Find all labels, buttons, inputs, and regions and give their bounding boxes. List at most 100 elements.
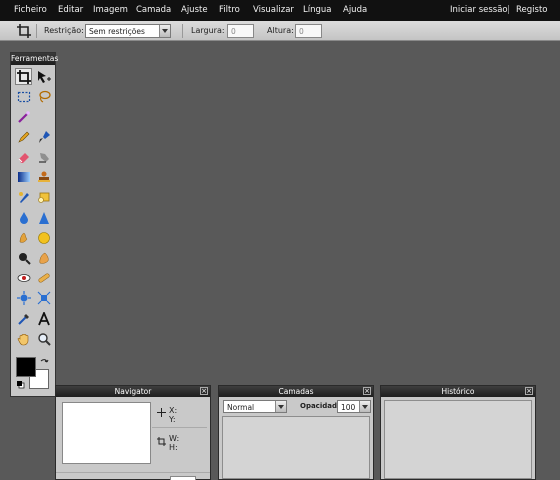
chevron-down-icon	[159, 25, 170, 37]
layers-title: Camadas ×	[219, 386, 373, 397]
menu-visualizar[interactable]: Visualizar	[253, 5, 294, 15]
bandage-icon	[37, 272, 50, 283]
hand-icon	[17, 333, 28, 345]
burn-tool[interactable]	[35, 249, 52, 266]
navigator-title-text: Navigator	[114, 387, 152, 396]
foreground-color-swatch[interactable]	[16, 357, 36, 377]
blend-mode-select[interactable]: Normal	[223, 400, 287, 413]
menu-lingua[interactable]: Língua	[303, 5, 331, 15]
red-eye-tool[interactable]	[15, 269, 32, 286]
move-arrow-icon	[37, 70, 51, 83]
height-input[interactable]: 0	[295, 24, 322, 38]
width-label: Largura:	[191, 26, 225, 35]
blur-tool[interactable]	[15, 209, 32, 226]
h-label: H:	[169, 443, 178, 452]
y-label: Y:	[169, 415, 176, 424]
stamp-tool[interactable]	[35, 168, 52, 185]
eraser-icon	[18, 152, 29, 163]
bloat-icon	[16, 290, 31, 305]
move-tool[interactable]	[35, 68, 52, 85]
history-list[interactable]	[384, 400, 532, 479]
default-colors-icon[interactable]	[16, 380, 25, 391]
magic-wand-icon	[17, 110, 30, 123]
stamp-icon	[37, 171, 50, 182]
water-drop-icon	[19, 211, 28, 224]
drawing-tool[interactable]	[35, 188, 52, 205]
layers-title-text: Camadas	[278, 387, 314, 396]
bloat-tool[interactable]	[15, 289, 32, 306]
restriction-label: Restrição:	[44, 26, 84, 35]
pencil-tool[interactable]	[15, 128, 32, 145]
sponge-tool[interactable]	[35, 229, 52, 246]
lasso-icon	[38, 90, 51, 103]
menu-separator: |	[507, 5, 510, 15]
shape-draw-icon	[37, 192, 49, 203]
close-icon[interactable]: ×	[363, 387, 371, 395]
brush-tool[interactable]	[35, 128, 52, 145]
hand-tool[interactable]	[15, 330, 32, 347]
dodge-tool[interactable]	[15, 249, 32, 266]
finger-icon	[19, 232, 27, 243]
size-icon	[157, 437, 166, 448]
sharpen-cone-icon	[38, 211, 49, 224]
sharpen-tool[interactable]	[35, 209, 52, 226]
opacity-select[interactable]: 100	[337, 400, 371, 413]
register-link[interactable]: Registo	[516, 5, 547, 15]
zoom-field[interactable]	[170, 476, 196, 480]
layers-panel: Camadas × Normal Opacidade: 100	[218, 385, 374, 480]
menu-ajuste[interactable]: Ajuste	[181, 5, 208, 15]
menu-filtro[interactable]: Filtro	[219, 5, 240, 15]
crop-tool[interactable]	[15, 68, 32, 85]
menu-imagem[interactable]: Imagem	[93, 5, 128, 15]
restriction-select[interactable]: Sem restrições	[85, 24, 171, 38]
swap-colors-icon[interactable]	[40, 358, 49, 369]
pinch-icon	[37, 291, 50, 304]
close-icon[interactable]: ×	[525, 387, 533, 395]
close-icon[interactable]: ×	[200, 387, 208, 395]
navigator-preview[interactable]	[62, 402, 151, 464]
pencil-icon	[17, 131, 29, 143]
clone-tool[interactable]	[35, 148, 52, 165]
smudge-tool[interactable]	[15, 229, 32, 246]
eye-icon	[17, 273, 30, 282]
marquee-tool[interactable]	[15, 88, 32, 105]
chevron-down-icon	[359, 401, 370, 412]
chevron-down-icon	[275, 401, 286, 412]
tools-panel: Ferramentas	[10, 52, 58, 397]
menu-bar: Ficheiro Editar Imagem Camada Ajuste Fil…	[0, 0, 560, 21]
eraser-tool[interactable]	[15, 148, 32, 165]
color-replace-tool[interactable]	[15, 188, 32, 205]
menu-ajuda[interactable]: Ajuda	[343, 5, 367, 15]
layers-list[interactable]	[222, 416, 370, 479]
history-panel: Histórico ×	[380, 385, 536, 480]
clone-stamp-icon	[38, 152, 49, 163]
eyedropper-icon	[17, 313, 29, 325]
history-title: Histórico ×	[381, 386, 535, 397]
lasso-tool[interactable]	[35, 88, 52, 105]
menu-camada[interactable]: Camada	[136, 5, 171, 15]
restriction-select-value: Sem restrições	[89, 27, 145, 36]
login-link[interactable]: Iniciar sessão	[450, 5, 508, 15]
menu-editar[interactable]: Editar	[58, 5, 83, 15]
crop-tool-icon	[17, 24, 31, 40]
crosshair-icon	[157, 408, 166, 419]
menu-ficheiro[interactable]: Ficheiro	[14, 5, 47, 15]
width-input[interactable]: 0	[227, 24, 254, 38]
color-replace-icon	[18, 191, 29, 203]
navigator-title: Navigator ×	[56, 386, 210, 397]
zoom-tool[interactable]	[35, 330, 52, 347]
opacity-value: 100	[341, 403, 356, 412]
magic-wand-tool[interactable]	[15, 108, 32, 125]
pinch-tool[interactable]	[35, 289, 52, 306]
spot-heal-tool[interactable]	[35, 269, 52, 286]
gradient-icon	[17, 171, 30, 182]
magnifier-dark-icon	[18, 252, 31, 265]
navigator-panel: Navigator × X: Y: W: H:	[55, 385, 211, 480]
color-picker-tool[interactable]	[15, 310, 32, 327]
type-tool[interactable]	[35, 310, 52, 327]
sponge-icon	[37, 231, 50, 244]
gradient-tool[interactable]	[15, 168, 32, 185]
crop-icon	[16, 69, 31, 84]
w-label: W:	[169, 434, 180, 443]
magnifier-icon	[37, 332, 51, 346]
